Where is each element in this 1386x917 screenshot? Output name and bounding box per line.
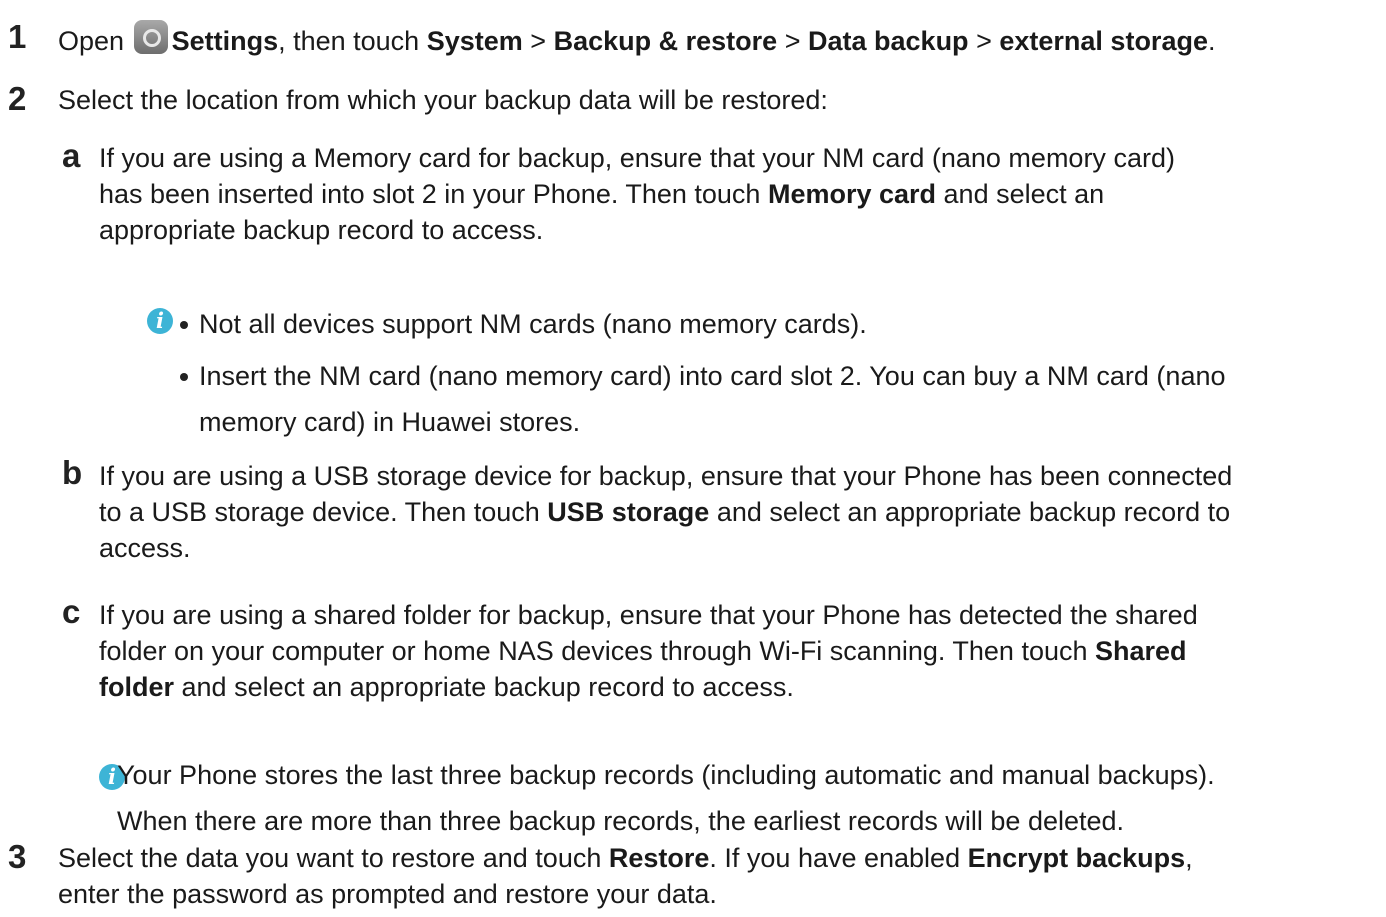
text-line: to a USB storage device. Then touch USB …: [99, 494, 1232, 530]
text-line: appropriate backup record to access.: [99, 215, 544, 245]
path-separator: >: [530, 26, 547, 56]
path-separator: >: [784, 26, 801, 56]
system-label: System: [426, 26, 523, 56]
path-separator: >: [976, 26, 992, 56]
memory-card-label: Memory card: [767, 179, 937, 209]
text-fragment: to a USB storage device. Then touch: [99, 497, 548, 527]
text-line: access.: [99, 533, 191, 563]
substep-a-text: If you are using a Memory card for backu…: [99, 140, 1175, 248]
info-icon: i: [147, 308, 173, 334]
text-line: Your Phone stores the last three backup …: [117, 760, 1215, 790]
settings-gear-icon: [133, 20, 168, 54]
shared-label: Shared: [1095, 636, 1187, 666]
text-line: If you are using a shared folder for bac…: [99, 600, 1198, 630]
substep-letter: b: [62, 454, 83, 491]
step-1-text: Open Settings, then touch System > Backu…: [58, 20, 1215, 59]
text-fragment: ,: [1185, 843, 1193, 873]
substep-letter: a: [62, 137, 81, 174]
note-text: Your Phone stores the last three backup …: [117, 757, 1215, 839]
text-line: folder on your computer or home NAS devi…: [99, 633, 1198, 669]
backup-restore-label: Backup & restore: [553, 26, 778, 56]
substep-letter: c: [62, 593, 81, 630]
note-bullet-text: Insert the NM card (nano memory card) in…: [199, 358, 1226, 440]
open-label: Open: [58, 26, 125, 56]
restore-label: Restore: [608, 843, 710, 873]
data-backup-label: Data backup: [808, 26, 969, 56]
text-fragment: has been inserted into slot 2 in your Ph…: [99, 179, 768, 209]
text-line: Select the data you want to restore and …: [58, 840, 1193, 876]
text-fragment: folder on your computer or home NAS devi…: [99, 636, 1095, 666]
step-number: 1: [8, 18, 27, 55]
substep-b-text: If you are using a USB storage device fo…: [99, 458, 1232, 566]
encrypt-backups-label: Encrypt backups: [967, 843, 1186, 873]
step-number: 3: [8, 838, 27, 875]
text-fragment: Select the data you want to restore and …: [58, 843, 609, 873]
then-touch-label: , then touch: [278, 26, 420, 56]
bullet-dot: [180, 373, 188, 381]
text-line: enter the password as prompted and resto…: [58, 879, 717, 909]
text-line: If you are using a Memory card for backu…: [99, 143, 1175, 173]
text-fragment: . If you have enabled: [709, 843, 968, 873]
text-line: memory card) in Huawei stores.: [199, 407, 581, 437]
settings-label: Settings: [171, 26, 279, 56]
text-line: If you are using a USB storage device fo…: [99, 461, 1233, 491]
step-2-text: Select the location from which your back…: [58, 85, 828, 115]
text-fragment: and select an: [936, 179, 1105, 209]
note-bullet-text: Not all devices support NM cards (nano m…: [199, 309, 867, 339]
text-line: Insert the NM card (nano memory card) in…: [199, 361, 1226, 391]
substep-c-text: If you are using a shared folder for bac…: [99, 597, 1198, 705]
period: .: [1207, 26, 1216, 56]
text-line: When there are more than three backup re…: [117, 806, 1125, 836]
text-line: has been inserted into slot 2 in your Ph…: [99, 176, 1175, 212]
step-number: 2: [8, 80, 27, 117]
text-line: folder and select an appropriate backup …: [99, 669, 1198, 705]
folder-label: folder: [99, 672, 175, 702]
text-fragment: and select an appropriate backup record …: [174, 672, 794, 702]
external-storage-label: external storage: [999, 26, 1208, 56]
usb-storage-label: USB storage: [547, 497, 710, 527]
text-fragment: and select an appropriate backup record …: [709, 497, 1231, 527]
bullet-dot: [180, 321, 188, 329]
step-3-text: Select the data you want to restore and …: [58, 840, 1193, 912]
